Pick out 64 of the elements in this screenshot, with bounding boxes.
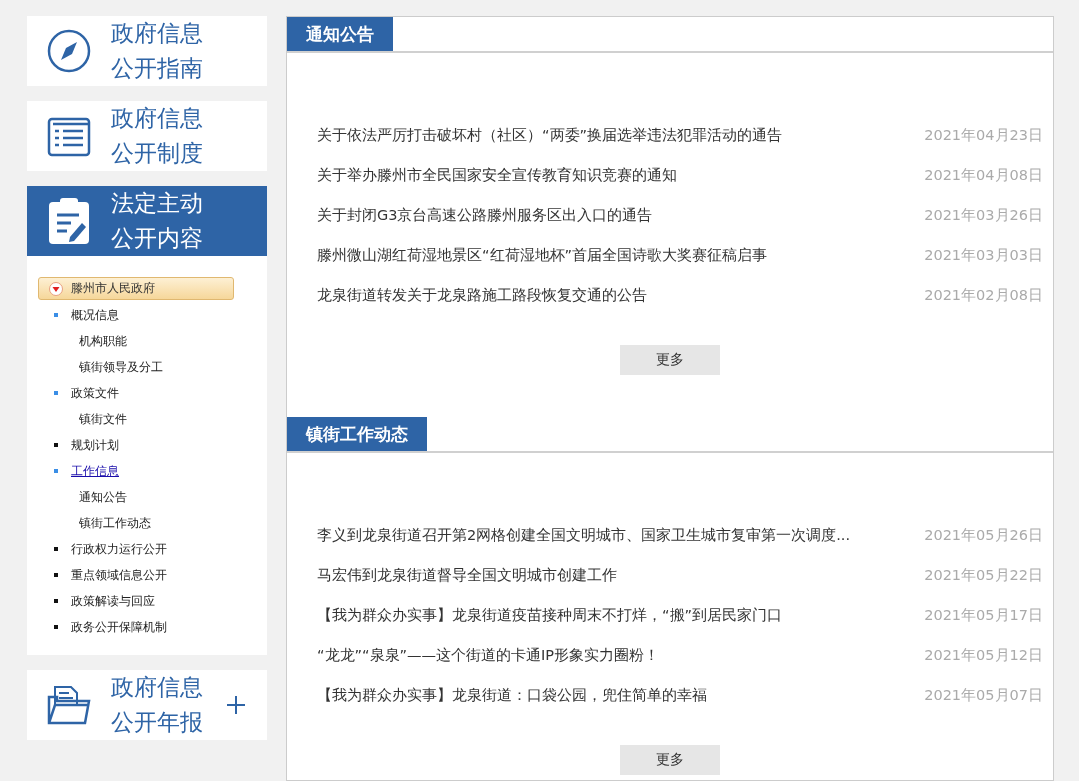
bullet-icon	[54, 313, 58, 317]
nav-card-label: 政府信息	[111, 673, 203, 702]
tree-sub-link[interactable]: 镇街文件	[38, 410, 127, 428]
bullet-icon	[54, 573, 58, 577]
tree-link[interactable]: 政策解读与回应	[71, 592, 155, 610]
nav-card[interactable]: 政府信息 公开制度	[27, 101, 267, 171]
more-button[interactable]: 更多	[620, 345, 720, 375]
news-link[interactable]: 龙泉街道转发关于龙泉路施工路段恢复交通的公告	[317, 285, 647, 305]
news-date: 2021年05月22日	[924, 565, 1043, 585]
nav-card-label: 政府信息	[111, 104, 203, 133]
tree-sub-link[interactable]: 镇街工作动态	[38, 514, 151, 532]
tree-sub-link[interactable]: 通知公告	[38, 488, 127, 506]
news-link[interactable]: 【我为群众办实事】龙泉街道：口袋公园，兜住简单的幸福	[317, 685, 707, 705]
tree-sub-link[interactable]: 机构职能	[38, 332, 127, 350]
nav-card[interactable]: 政府信息 公开年报	[27, 670, 267, 740]
news-date: 2021年02月08日	[924, 285, 1043, 305]
more-button[interactable]: 更多	[620, 745, 720, 775]
tree-link[interactable]: 行政权力运行公开	[71, 540, 167, 558]
news-date: 2021年03月26日	[924, 205, 1043, 225]
section-title: 镇街工作动态	[287, 417, 427, 451]
tree-link[interactable]: 重点领域信息公开	[71, 566, 167, 584]
bullet-icon	[54, 443, 58, 447]
tree-sub-link[interactable]: 镇街领导及分工	[38, 358, 163, 376]
news-link[interactable]: 马宏伟到龙泉街道督导全国文明城市创建工作	[317, 565, 617, 585]
bullet-icon	[54, 625, 58, 629]
section-title: 通知公告	[287, 17, 393, 51]
news-date: 2021年05月12日	[924, 645, 1043, 665]
tree-link[interactable]: 工作信息	[71, 462, 119, 480]
news-link[interactable]: 关于依法严厉打击破坏村（社区）“两委”换届选举违法犯罪活动的通告	[317, 125, 783, 145]
news-date: 2021年04月23日	[924, 125, 1043, 145]
news-link[interactable]: 滕州微山湖红荷湿地景区“红荷湿地杯”首届全国诗歌大奖赛征稿启事	[317, 245, 768, 265]
plus-icon[interactable]	[227, 696, 245, 714]
news-link[interactable]: “龙龙”“泉泉”——这个街道的卡通IP形象实力圈粉！	[317, 645, 660, 665]
nav-card-label: 公开年报	[111, 708, 203, 737]
news-date: 2021年05月17日	[924, 605, 1043, 625]
tree-link[interactable]: 规划计划	[71, 436, 119, 454]
news-date: 2021年05月07日	[924, 685, 1043, 705]
news-link[interactable]: 关于封闭G3京台高速公路滕州服务区出入口的通告	[317, 205, 653, 225]
news-date: 2021年03月03日	[924, 245, 1043, 265]
nav-card[interactable]: 法定主动 公开内容	[27, 186, 267, 256]
expand-icon	[49, 281, 63, 296]
list-icon	[47, 115, 91, 157]
bullet-icon	[54, 599, 58, 603]
nav-card-label: 公开制度	[111, 139, 203, 168]
clipboard-icon	[48, 197, 90, 245]
news-link[interactable]: 关于举办滕州市全民国家安全宣传教育知识竞赛的通知	[317, 165, 677, 185]
tree-link[interactable]: 政策文件	[71, 384, 119, 402]
nav-card[interactable]: 政府信息 公开指南	[27, 16, 267, 86]
bullet-icon	[54, 547, 58, 551]
compass-icon	[47, 29, 91, 73]
news-date: 2021年05月26日	[924, 525, 1043, 545]
bullet-icon	[54, 469, 58, 473]
tree-link[interactable]: 政务公开保障机制	[71, 618, 167, 636]
folder-icon	[47, 683, 91, 727]
nav-card-label: 法定主动	[111, 189, 203, 218]
tree-root[interactable]: 滕州市人民政府	[38, 277, 234, 300]
nav-card-label: 政府信息	[111, 19, 203, 48]
bullet-icon	[54, 391, 58, 395]
news-date: 2021年04月08日	[924, 165, 1043, 185]
news-link[interactable]: 【我为群众办实事】龙泉街道疫苗接种周末不打烊，“搬”到居民家门口	[317, 605, 783, 625]
tree-link[interactable]: 概况信息	[71, 306, 119, 324]
nav-card-label: 公开内容	[111, 224, 203, 253]
nav-card-label: 公开指南	[111, 54, 203, 83]
news-link[interactable]: 李义到龙泉街道召开第2网格创建全国文明城市、国家卫生城市复审第一次调度...	[317, 525, 851, 545]
